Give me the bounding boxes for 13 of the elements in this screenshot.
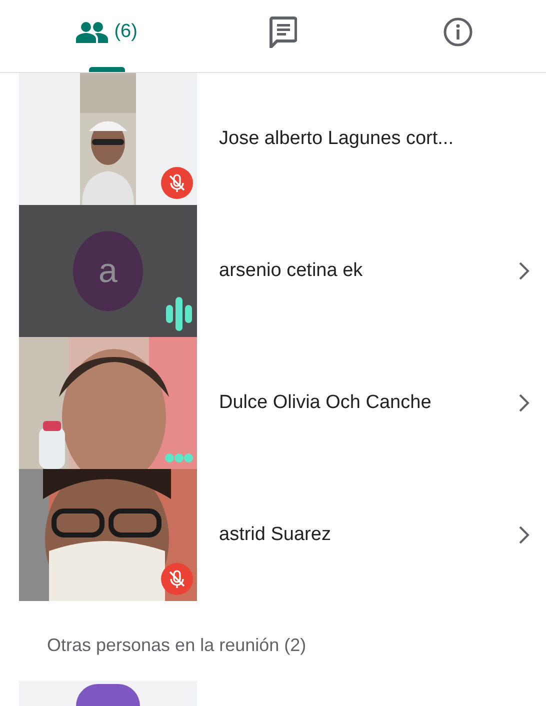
participant-name: Jose alberto Lagunes cort... bbox=[219, 128, 454, 150]
people-icon bbox=[76, 21, 108, 43]
info-icon bbox=[443, 17, 474, 47]
section-heading: Otras personas en la reunión (2) bbox=[46, 634, 308, 657]
participant-name: Dulce Olivia Och Canche bbox=[219, 392, 432, 414]
chat-icon bbox=[268, 16, 296, 48]
chevron-right-icon[interactable] bbox=[518, 261, 530, 281]
chevron-right-icon[interactable] bbox=[518, 393, 530, 413]
participant-name: arsenio cetina ek bbox=[219, 260, 364, 282]
chevron-right-icon[interactable] bbox=[518, 525, 530, 545]
participant-name: astrid Suarez bbox=[219, 524, 332, 546]
people-tab[interactable]: (6) bbox=[19, 0, 195, 72]
avatar: a bbox=[73, 231, 143, 311]
